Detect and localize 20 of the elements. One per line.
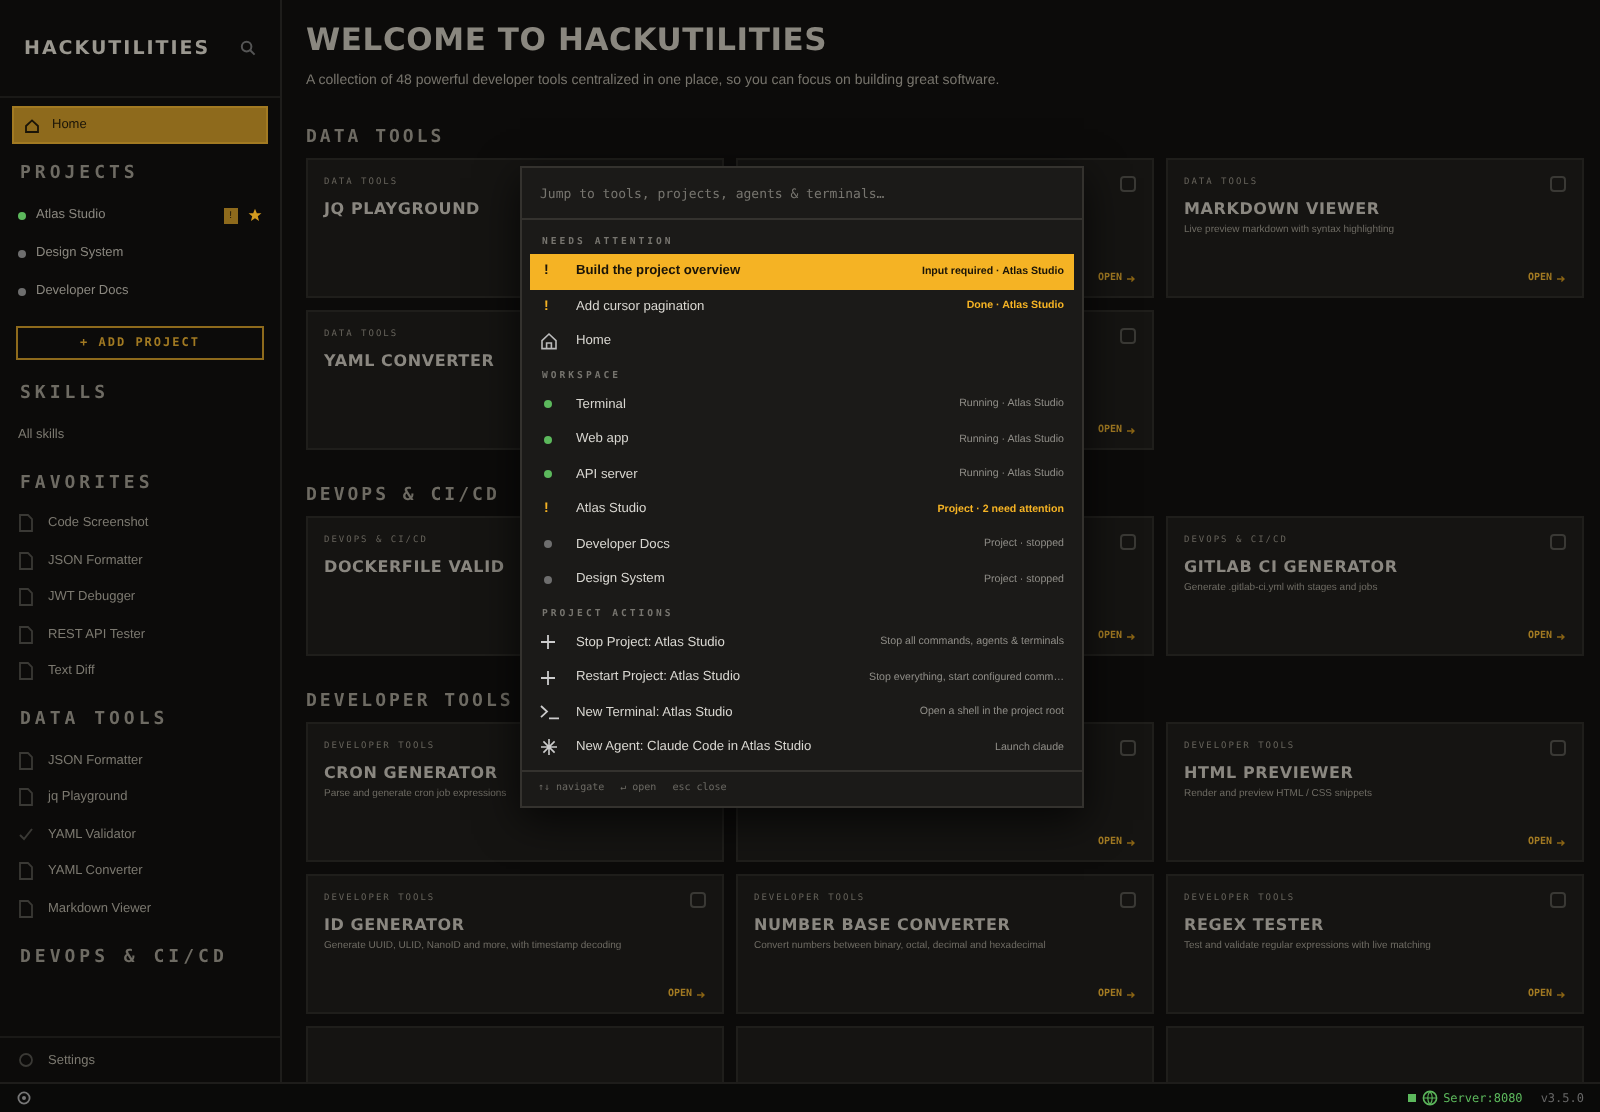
section-heading: DEVOPS & CI/CD	[20, 947, 228, 967]
page-title: WELCOME TO HACKUTILITIES	[306, 22, 830, 58]
card-title: HTML PREVIEWER	[1184, 764, 1354, 782]
section-heading: DATA TOOLS	[306, 128, 445, 148]
card-title: DOCKERFILE VALID	[324, 558, 505, 576]
section-heading: DEVOPS & CI/CD	[306, 486, 500, 506]
section-heading: DEVELOPER TOOLS	[306, 692, 514, 712]
card-title: ID GENERATOR	[324, 916, 465, 934]
card-title: GITLAB CI GENERATOR	[1184, 558, 1398, 576]
section-heading: PROJECTS	[20, 164, 139, 184]
card-title: MARKDOWN VIEWER	[1184, 200, 1380, 218]
card-title: REGEX TESTER	[1184, 916, 1324, 934]
section-heading: SKILLS	[20, 384, 110, 404]
card-title: CRON GENERATOR	[324, 764, 498, 782]
card-title: JQ PLAYGROUND	[324, 200, 481, 218]
app-logo: HACKUTILITIES	[24, 37, 211, 59]
card-title: YAML CONVERTER	[324, 352, 495, 370]
section-heading: DATA TOOLS	[20, 710, 169, 730]
section-heading: FAVORITES	[20, 473, 154, 493]
card-title: NUMBER BASE CONVERTER	[754, 916, 1011, 934]
